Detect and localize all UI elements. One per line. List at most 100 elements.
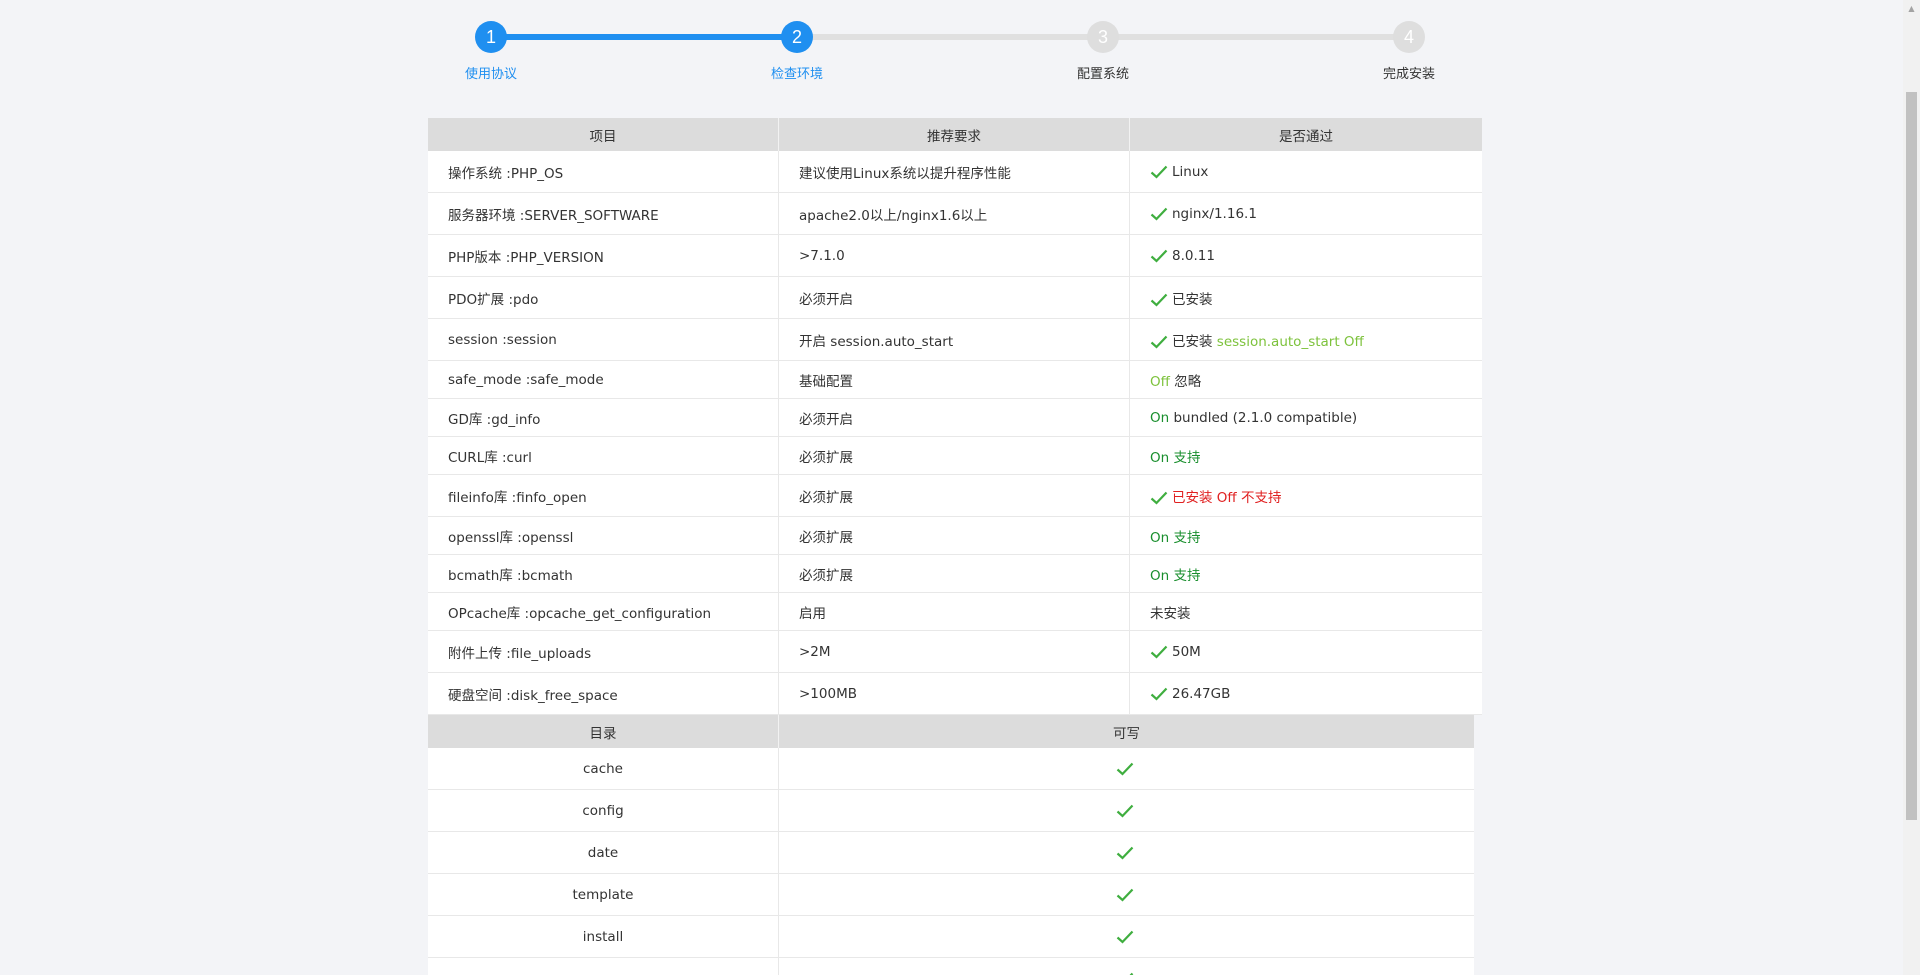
check-icon [1116,762,1133,776]
status-value: On [1150,567,1170,584]
check-icon [1116,846,1133,860]
requirement-cell: 必须开启 [778,398,1130,437]
item-cell: openssl库 :openssl [428,516,779,555]
writable-cell [778,748,1474,790]
check-icon [1150,293,1168,307]
step-number: 2 [781,21,813,53]
step-number: 4 [1393,21,1425,53]
environment-row: safe_mode :safe_mode 基础配置 Off 忽略 [428,360,1482,399]
check-icon [1116,888,1133,902]
requirement-cell: 必须扩展 [778,436,1130,475]
result-value: 支持 [1173,567,1201,584]
result-cell: 已安装 [1129,276,1482,319]
result-cell: On 支持 [1129,516,1482,555]
directory-row [428,957,1474,975]
environment-row: 操作系统 :PHP_OS 建议使用Linux系统以提升程序性能 Linux [428,151,1482,193]
item-cell: 服务器环境 :SERVER_SOFTWARE [428,192,779,235]
environment-check-panel: 项目 推荐要求 是否通过 操作系统 :PHP_OS 建议使用Linux系统以提升程… [428,118,1482,975]
step-label: 配置系统 [1076,67,1129,82]
check-icon [1150,645,1168,659]
check-icon [1150,207,1168,221]
result-value: 已安装 [1172,291,1213,308]
directory-name: template [428,873,779,916]
directory-row: date [428,831,1474,874]
requirement-cell: 必须扩展 [778,474,1130,517]
result-value: 已安装 [1172,333,1213,350]
result-cell: On 支持 [1129,554,1482,593]
step-1: 1 使用协议 [391,21,591,82]
step-number: 3 [1087,21,1119,53]
check-icon [1150,249,1168,263]
result-cell: 未安装 [1129,592,1482,631]
item-cell: 操作系统 :PHP_OS [428,151,779,193]
requirement-cell: 基础配置 [778,360,1130,399]
result-value: 8.0.11 [1172,247,1215,264]
requirement-cell: 建议使用Linux系统以提升程序性能 [778,151,1130,193]
step-3: 3 配置系统 [1003,21,1203,82]
install-stepper: 1 使用协议 2 检查环境 3 配置系统 4 完成安装 [0,0,1920,100]
environment-row: 服务器环境 :SERVER_SOFTWARE apache2.0以上/nginx1… [428,192,1482,235]
environment-row: session :session 开启 session.auto_start 已安装… [428,318,1482,361]
header-item: 项目 [428,118,779,151]
result-value: 支持 [1173,529,1201,546]
environment-row: OPcache库 :opcache_get_configuration 启用 未安… [428,592,1482,631]
check-icon [1150,165,1168,179]
result-value: bundled (2.1.0 compatible) [1173,409,1358,426]
result-cell: 已安装 Off 不支持 [1129,474,1482,517]
result-cell: 8.0.11 [1129,234,1482,277]
writable-cell [778,915,1474,958]
requirement-cell: apache2.0以上/nginx1.6以上 [778,192,1130,235]
environment-row: PDO扩展 :pdo 必须开启 已安装 [428,276,1482,319]
requirement-cell: 启用 [778,592,1130,631]
environment-table-header: 项目 推荐要求 是否通过 [428,118,1482,151]
environment-row: CURL库 :curl 必须扩展 On 支持 [428,436,1482,475]
directory-table: 目录 可写 cache config date template install [428,715,1474,975]
requirement-cell: 必须扩展 [778,516,1130,555]
result-cell: Linux [1129,151,1482,193]
requirement-cell: 开启 session.auto_start [778,318,1130,361]
environment-row: openssl库 :openssl 必须扩展 On 支持 [428,516,1482,555]
environment-row: 硬盘空间 :disk_free_space >100MB 26.47GB [428,672,1482,715]
status-value: On [1150,449,1170,466]
item-cell: CURL库 :curl [428,436,779,475]
requirement-cell: 必须开启 [778,276,1130,319]
environment-row: GD库 :gd_info 必须开启 On bundled (2.1.0 compat… [428,398,1482,437]
step-number: 1 [475,21,507,53]
header-writable: 可写 [778,715,1474,748]
scrollbar-thumb[interactable] [1906,92,1917,820]
result-cell: On bundled (2.1.0 compatible) [1129,398,1482,437]
item-cell: OPcache库 :opcache_get_configuration [428,592,779,631]
check-icon [1116,930,1133,944]
directory-name: install [428,915,779,958]
directory-name [428,957,779,975]
item-cell: 硬盘空间 :disk_free_space [428,672,779,715]
header-passed: 是否通过 [1129,118,1482,151]
item-cell: 附件上传 :file_uploads [428,630,779,673]
step-label: 使用协议 [464,67,517,82]
step-2: 2 检查环境 [697,21,897,82]
directory-name: cache [428,748,779,790]
directory-table-body: cache config date template install [428,748,1474,975]
check-icon [1116,804,1133,818]
result-cell: nginx/1.16.1 [1129,192,1482,235]
page-scrollbar[interactable]: ▲ [1903,0,1920,975]
directory-row: config [428,789,1474,832]
writable-cell [778,873,1474,916]
result-value: 已安装 Off 不支持 [1172,489,1282,506]
directory-row: install [428,915,1474,958]
scroll-up-arrow-icon[interactable]: ▲ [1903,0,1920,17]
environment-row: PHP版本 :PHP_VERSION >7.1.0 8.0.11 [428,234,1482,277]
environment-row: bcmath库 :bcmath 必须扩展 On 支持 [428,554,1482,593]
result-cell: 26.47GB [1129,672,1482,715]
directory-table-header: 目录 可写 [428,715,1474,748]
result-value: Linux [1172,163,1209,180]
directory-row: template [428,873,1474,916]
result-value: 50M [1172,643,1201,660]
result-extra: session.auto_start Off [1216,333,1364,350]
check-icon [1150,687,1168,701]
item-cell: PDO扩展 :pdo [428,276,779,319]
install-page: 1 使用协议 2 检查环境 3 配置系统 4 完成安装 项目 推荐要求 是否通过 [0,0,1920,975]
status-value: On [1150,409,1170,426]
step-4: 4 完成安装 [1309,21,1509,82]
result-value: 26.47GB [1172,685,1231,702]
